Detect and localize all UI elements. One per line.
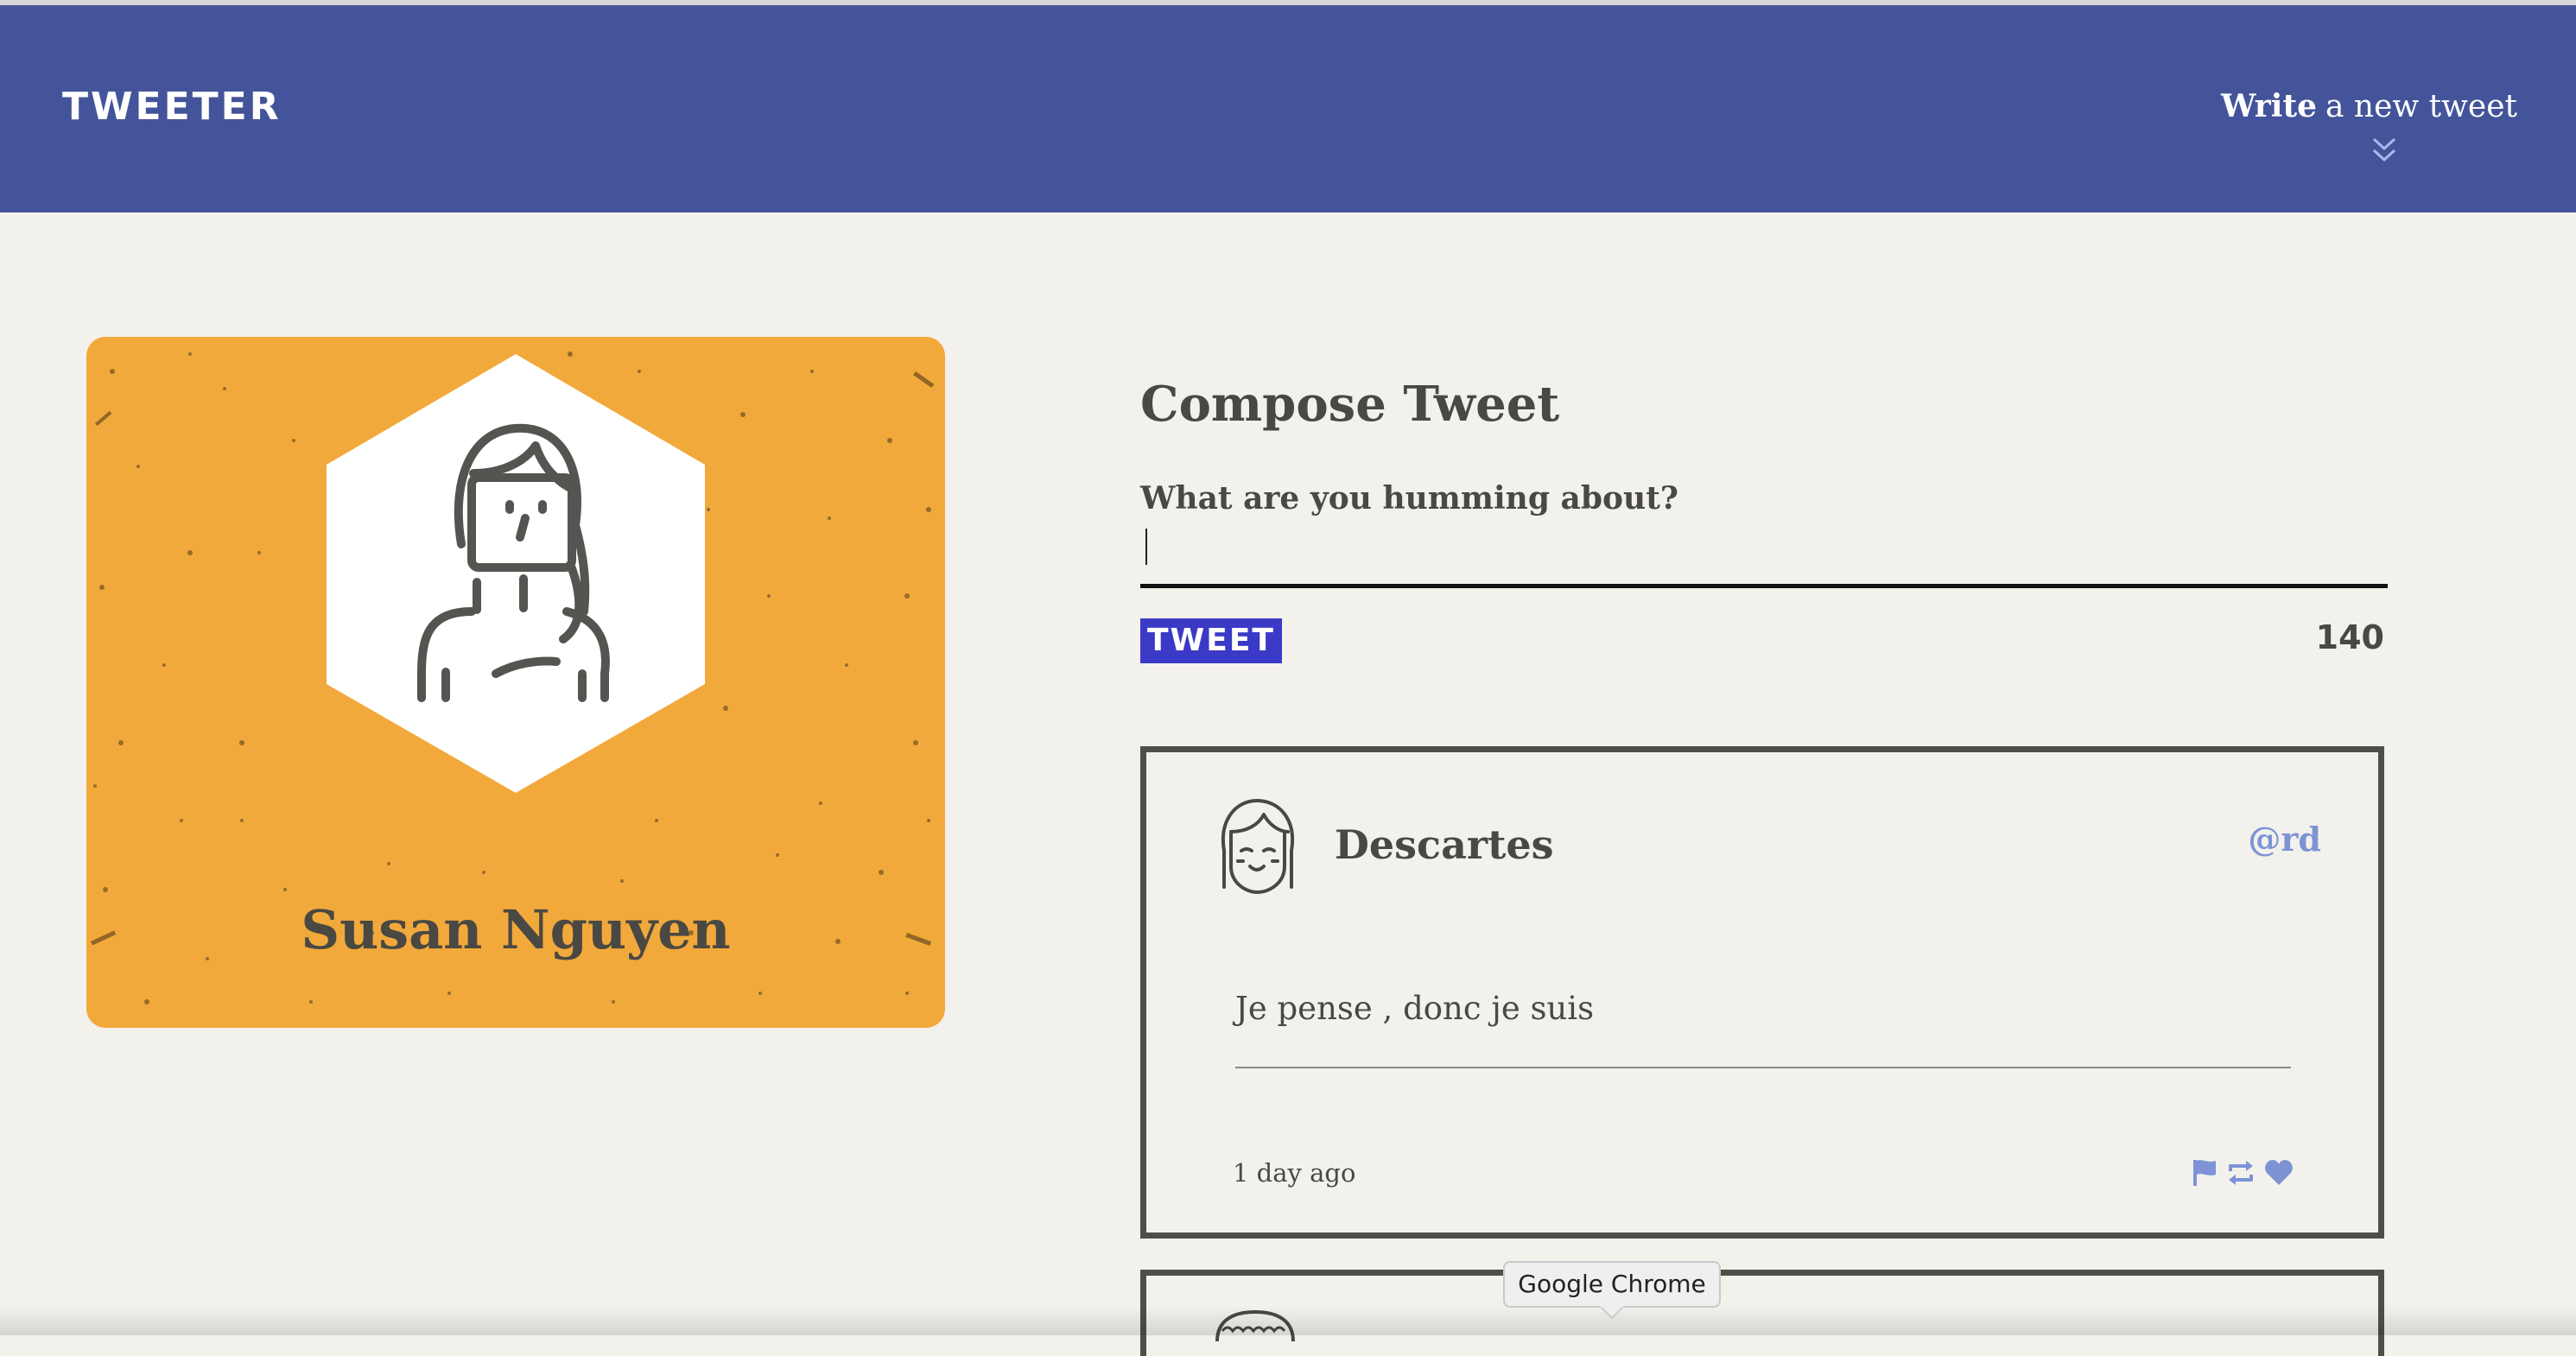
profile-name: Susan Nguyen: [301, 898, 731, 961]
heart-icon[interactable]: [2264, 1159, 2294, 1187]
user-avatar-icon: [327, 354, 705, 793]
tweet-submit-button[interactable]: TWEET: [1140, 618, 1282, 663]
tweet-author-handle[interactable]: @rd: [2248, 820, 2321, 859]
tweet-card: Descartes @rd Je pense , donc je suis 1 …: [1140, 746, 2384, 1239]
tweet-body-text: Je pense , donc je suis: [1235, 990, 1595, 1027]
write-label-bold: Write: [2220, 88, 2317, 124]
tweet-actions: [2192, 1158, 2294, 1188]
character-counter: 140: [2315, 618, 2384, 656]
profile-card: Susan Nguyen: [86, 337, 945, 1028]
smiling-girl-avatar-icon: [1221, 799, 1295, 894]
flag-icon[interactable]: [2192, 1158, 2218, 1188]
tweet-divider: [1235, 1067, 2291, 1068]
compose-prompt-label: What are you humming about?: [1140, 480, 1678, 516]
compose-title: Compose Tweet: [1140, 376, 1560, 433]
tweet-text-input[interactable]: [1140, 522, 2388, 588]
dock-tooltip: Google Chrome: [1503, 1261, 1721, 1308]
top-nav-bar: TWEETER Write a new tweet: [0, 5, 2576, 212]
brand-logo[interactable]: TWEETER: [62, 85, 282, 129]
double-chevron-down-icon[interactable]: [2371, 136, 2397, 164]
text-caret: [1145, 529, 1147, 565]
write-label-rest: a new tweet: [2325, 89, 2517, 124]
tweet-author-name[interactable]: Descartes: [1335, 821, 1554, 868]
tooltip-pointer: [1600, 1306, 1624, 1320]
retweet-icon[interactable]: [2226, 1158, 2256, 1188]
bottom-shadow: [0, 1306, 2576, 1335]
write-new-tweet-link[interactable]: Write a new tweet: [2221, 88, 2517, 124]
tweet-timestamp: 1 day ago: [1233, 1158, 1356, 1188]
